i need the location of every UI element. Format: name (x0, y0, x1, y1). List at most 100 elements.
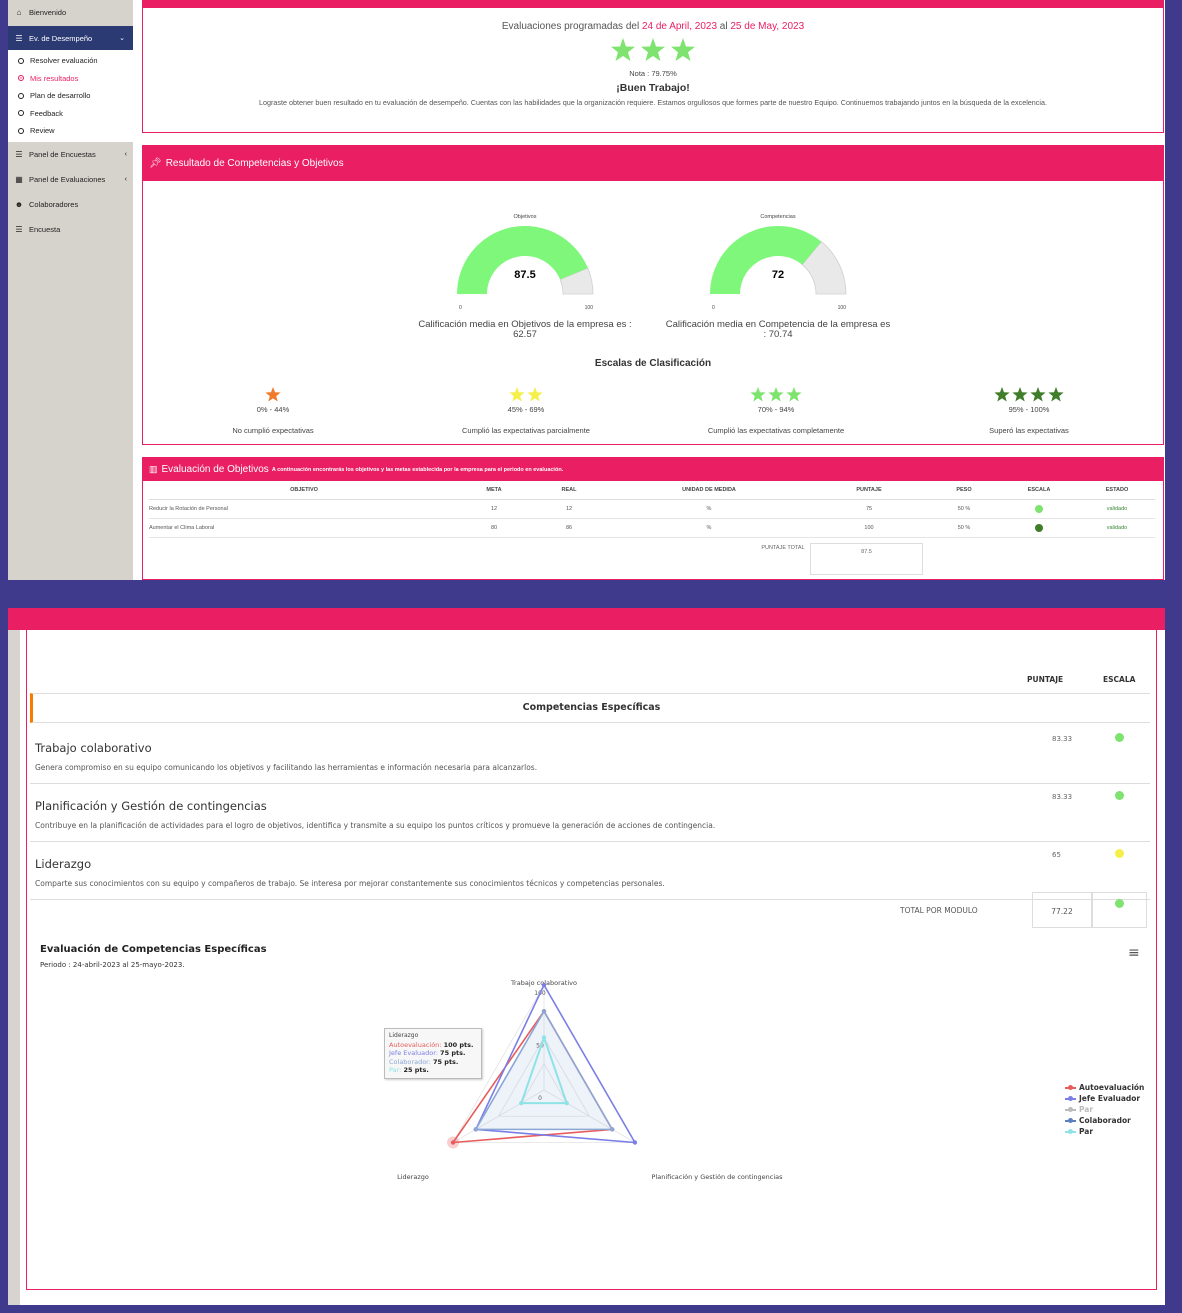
competency-name: Liderazgo (35, 857, 92, 871)
series-point (541, 1009, 547, 1014)
bar-chart-icon: ▥ (149, 464, 158, 474)
scheduled-dates: Evaluaciones programadas del 24 de April… (501, 21, 805, 32)
results-header: 📌︎ Resultado de Competencias y Objetivos (143, 146, 1163, 181)
legend-swatch-icon (1065, 1095, 1076, 1101)
chart-period: Periodo : 24-abril-2023 al 25-mayo-2023. (40, 961, 185, 969)
table-row: Aumentar el Clima Laboral 80 86% 100 50 % val… (149, 518, 1155, 537)
pink-header-bar (8, 608, 1165, 630)
submenu-label: Review (30, 126, 55, 136)
objectives-table: OBJETIVO META REAL UNIDAD DE MEDIDA PUNT… (149, 481, 1155, 538)
chevron-down-icon: ⌄ (119, 35, 125, 42)
star-icon (1030, 387, 1046, 402)
column-header: PUNTAJE (856, 486, 882, 493)
submenu-item-plan[interactable]: Plan de desarrollo (8, 87, 133, 105)
scale-item: 70% - 94% Cumplió las expectativas comple… (686, 386, 866, 435)
headline: ¡Buen Trabajo! (616, 82, 690, 94)
scale-dot (1035, 504, 1043, 513)
total-label: TOTAL POR MODULO (900, 906, 978, 915)
star-rating (611, 38, 695, 61)
sidebar-item-label: Colaboradores (29, 199, 79, 209)
sidebar-item-panel-evaluaciones[interactable]: ▦ Panel de Evaluaciones ‹ (8, 167, 133, 192)
hamburger-icon[interactable]: ≡ (1128, 945, 1140, 961)
table-cell: 75 (865, 505, 873, 512)
users-icon: ☻ (14, 199, 24, 209)
sidebar-item-colaboradores[interactable]: ☻ Colaboradores (8, 192, 133, 217)
chevron-left-icon: ‹ (124, 150, 127, 158)
table-cell: 86 (565, 524, 573, 531)
legend-swatch-icon (1065, 1084, 1076, 1090)
submenu-item-resolver[interactable]: Resolver evaluación (8, 52, 133, 70)
submenu-label: Plan de desarrollo (30, 91, 91, 101)
scale-range: 45% - 69% (507, 405, 545, 414)
submenu-item-mis-resultados[interactable]: Mis resultados (8, 70, 133, 88)
legend-item[interactable]: Autoevaluación (1065, 1082, 1144, 1093)
scale-label: Cumplió las expectativas parcialmente (462, 426, 590, 435)
total-value: 87.5 (810, 543, 923, 575)
series-point (473, 1127, 479, 1132)
sidebar-item-ev-desempeno[interactable]: ☰ Ev. de Desempeño ⌄ (8, 26, 133, 50)
results-card: 📌︎ Resultado de Competencias y Objetivos… (142, 145, 1164, 445)
star-icon (509, 387, 525, 402)
sidebar-item-label: Bienvenido (29, 7, 67, 17)
star-icon (994, 387, 1010, 402)
sidebar-item-encuesta[interactable]: ☰ Encuesta (8, 217, 133, 242)
summary-message: Lograste obtener buen resultado en tu ev… (259, 98, 1047, 107)
table-cell: Aumentar el Clima Laboral (149, 524, 215, 531)
column-header-puntaje: PUNTAJE (1027, 675, 1064, 684)
legend-item[interactable]: Par (1065, 1104, 1144, 1115)
table-cell: 12 (490, 505, 498, 512)
sidebar-item-bienvenido[interactable]: ⌂ Bienvenido (8, 0, 133, 24)
tooltip-line: Jefe Evaluador: 75 pts. (389, 1049, 466, 1057)
column-header: PESO (956, 486, 972, 493)
submenu-item-feedback[interactable]: Feedback (8, 105, 133, 123)
sidebar-item-label: Encuesta (29, 224, 61, 234)
column-header: UNIDAD DE MEDIDA (682, 486, 736, 493)
scale-item: 45% - 69% Cumplió las expectativas parcia… (436, 386, 616, 435)
legend-item[interactable]: Jefe Evaluador (1065, 1093, 1144, 1104)
competency-score: 83.33 (1052, 735, 1073, 743)
table-cell: 12 (565, 505, 573, 512)
submenu-item-review[interactable]: Review (8, 122, 133, 140)
competency-row: Planificación y Gestión de contingencias… (30, 784, 1150, 842)
column-header: REAL (561, 486, 577, 493)
scales-row: 0% - 44% No cumplió expectativas 45% - 69%… (143, 386, 1163, 436)
submenu-label: Mis resultados (30, 73, 79, 83)
column-header: ESTADO (1105, 486, 1129, 493)
gauge-chart (710, 226, 847, 295)
tooltip-line: Colaborador: 75 pts. (389, 1057, 459, 1066)
sidebar-submenu: Resolver evaluación Mis resultados Plan … (8, 50, 133, 142)
table-cell (999, 518, 1079, 537)
table-cell: validado (1106, 524, 1128, 531)
hover-halo (447, 1136, 460, 1149)
legend-item[interactable]: Colaborador (1065, 1115, 1144, 1126)
series-point (564, 1100, 569, 1106)
avg-competencias: Calificación media en Competencia de la … (665, 319, 891, 340)
series-point (609, 1127, 615, 1132)
star-icon (641, 38, 665, 61)
gauge-min: 0 (459, 305, 462, 311)
scale-item: 95% - 100% Superó las expectativas (939, 386, 1119, 435)
table-cell: 50 % (957, 505, 971, 512)
legend-item[interactable]: Par (1065, 1126, 1144, 1137)
tooltip-line: Par: 25 pts. (389, 1066, 429, 1074)
sidebar-item-panel-encuestas[interactable]: ☰ Panel de Encuestas ‹ (8, 142, 133, 167)
scale-dot (1035, 523, 1043, 532)
pin-icon: 📌︎ (149, 158, 162, 169)
star-icon (1048, 387, 1064, 402)
gauge-objetivos: Objetivos 87.5 0 100 (455, 214, 595, 311)
chart-title: Evaluación de Competencias Específicas (40, 944, 267, 955)
chart-legend: Autoevaluación Jefe Evaluador Par Colaborad… (1065, 1082, 1144, 1137)
gauge-competencias: Competencias 72 0 100 (708, 214, 848, 311)
radar-chart: Trabajo colaborativoPlanificación y Gest… (397, 979, 783, 1181)
gauge-value: 87.5 (514, 269, 536, 281)
gauge-max: 100 (837, 305, 846, 311)
legend-swatch-icon (1065, 1117, 1076, 1123)
table-cell: 80 (490, 524, 498, 531)
gauge-max: 100 (584, 305, 593, 311)
sidebar-item-label: Ev. de Desempeño (29, 33, 93, 43)
scales-title: Escalas de Clasificación (594, 358, 712, 369)
star-icon (527, 387, 543, 402)
submenu-label: Resolver evaluación (30, 56, 98, 66)
total-scale-cell (1092, 892, 1147, 928)
star-rating (750, 387, 802, 402)
